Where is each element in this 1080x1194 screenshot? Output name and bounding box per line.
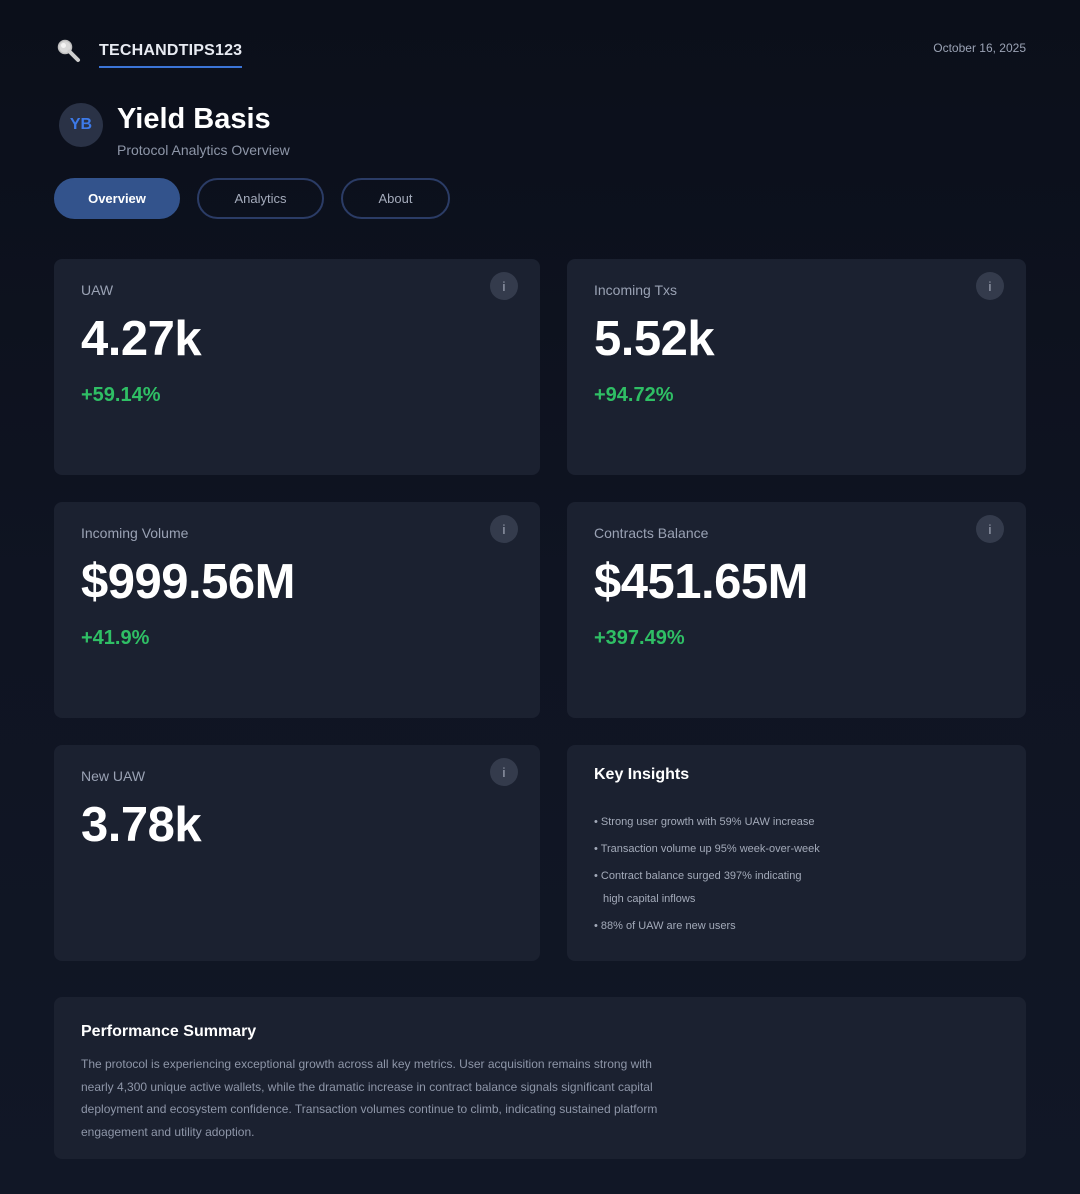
avatar: YB xyxy=(59,103,103,147)
top-bar: TECHANDTIPS123 October 16, 2025 xyxy=(54,34,1026,68)
info-icon[interactable]: i xyxy=(490,515,518,543)
summary-text: The protocol is experiencing exceptional… xyxy=(81,1057,658,1140)
info-icon[interactable]: i xyxy=(976,515,1004,543)
page-header: YB Yield Basis Protocol Analytics Overvi… xyxy=(59,102,290,158)
metric-change: +397.49% xyxy=(594,627,685,649)
date-label: October 16, 2025 xyxy=(933,41,1026,55)
metric-value: $451.65M xyxy=(594,555,808,609)
info-icon[interactable]: i xyxy=(490,272,518,300)
header-titles: Yield Basis Protocol Analytics Overview xyxy=(117,102,290,158)
metric-label: Contracts Balance xyxy=(594,525,709,541)
insight-item-continued: high capital inflows xyxy=(603,893,696,905)
metric-change: +41.9% xyxy=(81,627,150,649)
metric-change: +94.72% xyxy=(594,384,674,406)
magnifier-icon xyxy=(54,36,84,66)
metric-value: 4.27k xyxy=(81,312,202,366)
metric-label: New UAW xyxy=(81,768,146,784)
metric-value: 5.52k xyxy=(594,312,715,366)
insight-item: • Transaction volume up 95% week-over-we… xyxy=(594,843,820,855)
metric-label: Incoming Txs xyxy=(594,282,677,298)
metric-card-incoming-txs: Incoming Txs 5.52k +94.72% i xyxy=(567,259,1026,475)
metric-value: 3.78k xyxy=(81,798,202,852)
insight-item: • 88% of UAW are new users xyxy=(594,920,736,932)
metric-card-uaw: UAW 4.27k +59.14% i xyxy=(54,259,540,475)
brand[interactable]: TECHANDTIPS123 xyxy=(54,34,243,68)
metric-label: Incoming Volume xyxy=(81,525,189,541)
insight-item: • Contract balance surged 397% indicatin… xyxy=(594,870,802,882)
tab-analytics[interactable]: Analytics xyxy=(197,178,324,219)
page-title: Yield Basis xyxy=(117,103,271,135)
metric-value: $999.56M xyxy=(81,555,295,609)
insights-title: Key Insights xyxy=(594,766,690,783)
insight-item: • Strong user growth with 59% UAW increa… xyxy=(594,816,815,828)
tab-about[interactable]: About xyxy=(341,178,450,219)
summary-title: Performance Summary xyxy=(81,1023,257,1040)
info-icon[interactable]: i xyxy=(490,758,518,786)
tab-bar: Overview Analytics About xyxy=(54,178,467,219)
performance-summary-card: Performance Summary The protocol is expe… xyxy=(54,997,1026,1159)
brand-name[interactable]: TECHANDTIPS123 xyxy=(99,42,243,68)
metric-card-contracts-balance: Contracts Balance $451.65M +397.49% i xyxy=(567,502,1026,718)
key-insights-card: Key Insights • Strong user growth with 5… xyxy=(567,745,1026,961)
metric-card-new-uaw: New UAW 3.78k i xyxy=(54,745,540,961)
metric-label: UAW xyxy=(81,282,114,298)
page-subtitle: Protocol Analytics Overview xyxy=(117,142,290,158)
metric-card-incoming-volume: Incoming Volume $999.56M +41.9% i xyxy=(54,502,540,718)
tab-overview[interactable]: Overview xyxy=(54,178,180,219)
metric-change: +59.14% xyxy=(81,384,161,406)
info-icon[interactable]: i xyxy=(976,272,1004,300)
